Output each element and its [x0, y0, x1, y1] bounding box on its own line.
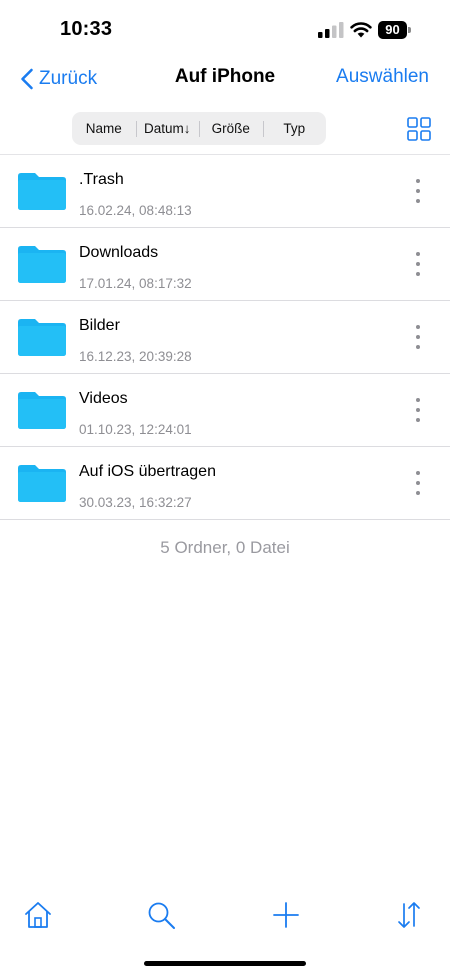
- file-date: 16.02.24, 08:48:13: [79, 203, 192, 218]
- file-date: 01.10.23, 12:24:01: [79, 422, 192, 437]
- cellular-signal-icon: [318, 22, 344, 38]
- folder-icon: [18, 246, 66, 283]
- file-row-downloads[interactable]: Downloads 17.01.24, 08:17:32: [0, 228, 450, 301]
- home-indicator: [144, 961, 306, 966]
- more-options-icon[interactable]: [407, 469, 429, 497]
- file-date: 17.01.24, 08:17:32: [79, 276, 192, 291]
- file-list: .Trash 16.02.24, 08:48:13 Downloads 17.0…: [0, 155, 450, 520]
- file-row-videos[interactable]: Videos 01.10.23, 12:24:01: [0, 374, 450, 447]
- sort-segmented-control: Name Datum↓ Größe Typ: [72, 112, 326, 145]
- file-row-trash[interactable]: .Trash 16.02.24, 08:48:13: [0, 155, 450, 228]
- grid-view-icon[interactable]: [407, 117, 431, 141]
- file-name: Bilder: [79, 317, 120, 334]
- sort-by-name[interactable]: Name: [72, 112, 136, 145]
- file-date: 16.12.23, 20:39:28: [79, 349, 192, 364]
- home-icon[interactable]: [23, 900, 53, 930]
- more-options-icon[interactable]: [407, 396, 429, 424]
- file-name: Auf iOS übertragen: [79, 463, 216, 480]
- battery-cap: [408, 27, 411, 33]
- battery-icon: 90: [378, 21, 412, 39]
- folder-icon: [18, 173, 66, 210]
- sort-by-date[interactable]: Datum↓: [135, 112, 200, 145]
- file-name: Videos: [79, 390, 128, 407]
- folder-summary: 5 Ordner, 0 Datei: [160, 538, 290, 557]
- plus-icon[interactable]: [271, 900, 301, 930]
- folder-icon: [18, 392, 66, 429]
- select-button[interactable]: Auswählen: [336, 66, 429, 88]
- file-date: 30.03.23, 16:32:27: [79, 495, 192, 510]
- search-icon[interactable]: [146, 900, 176, 930]
- status-time: 10:33: [60, 18, 113, 40]
- sort-by-size[interactable]: Größe: [199, 112, 263, 145]
- more-options-icon[interactable]: [407, 177, 429, 205]
- sort-arrows-icon[interactable]: [394, 900, 424, 930]
- folder-icon: [18, 319, 66, 356]
- folder-icon: [18, 465, 66, 502]
- chevron-left-icon: [21, 68, 33, 90]
- files-screen: 10:33 90 Zurück Auf iPhone Auswählen Nam…: [0, 0, 450, 976]
- back-label: Zurück: [39, 68, 98, 89]
- more-options-icon[interactable]: [407, 250, 429, 278]
- wifi-icon: [350, 22, 372, 38]
- sort-by-type[interactable]: Typ: [262, 112, 327, 145]
- more-options-icon[interactable]: [407, 323, 429, 351]
- file-name: .Trash: [79, 171, 124, 188]
- file-row-bilder[interactable]: Bilder 16.12.23, 20:39:28: [0, 301, 450, 374]
- status-bar: 10:33 90: [0, 0, 450, 60]
- file-row-ios-transfer[interactable]: Auf iOS übertragen 30.03.23, 16:32:27: [0, 447, 450, 520]
- battery-level: 90: [378, 21, 407, 39]
- back-button[interactable]: Zurück: [20, 66, 97, 92]
- file-name: Downloads: [79, 244, 159, 261]
